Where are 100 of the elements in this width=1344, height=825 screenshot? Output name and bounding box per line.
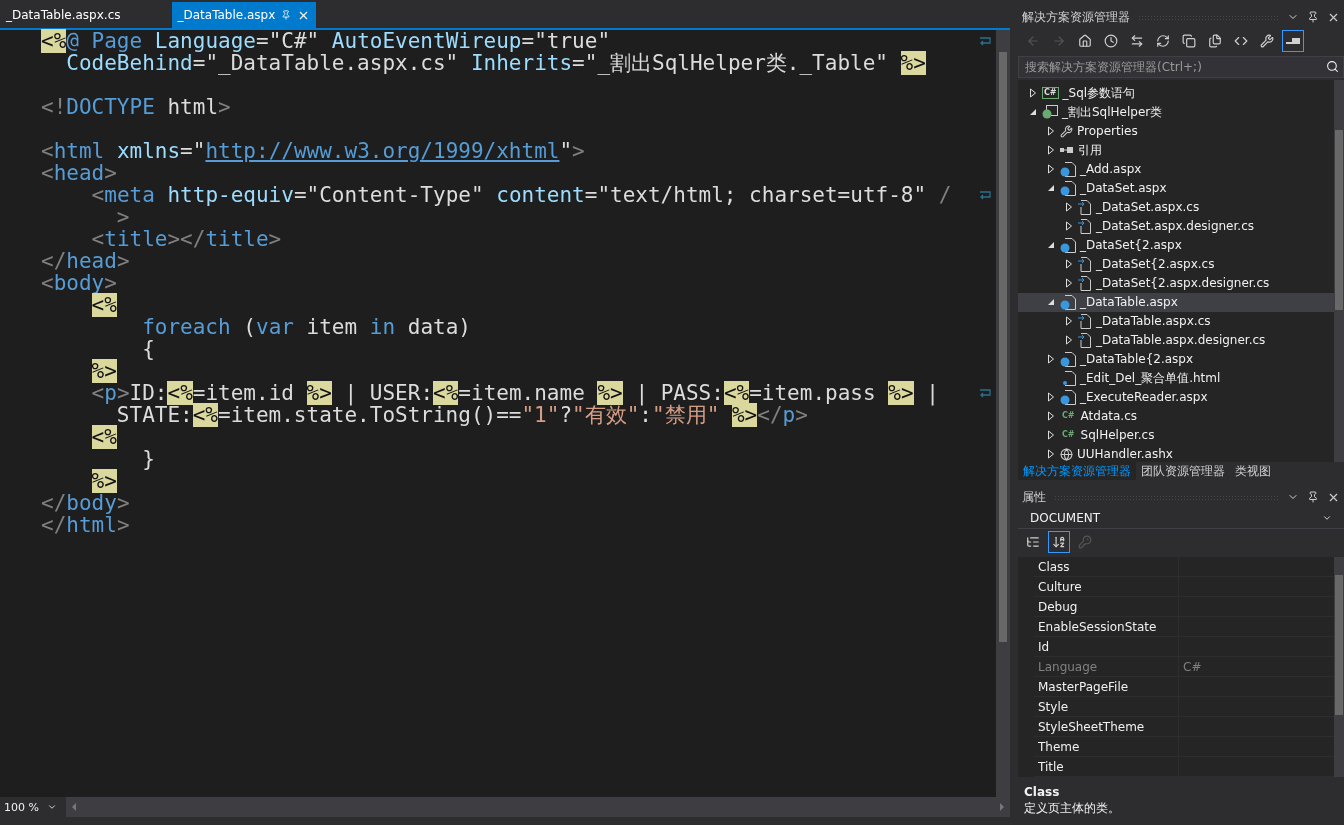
expand-arrow-icon[interactable] — [1064, 202, 1074, 213]
search-box[interactable]: 搜索解决方案资源管理器(Ctrl+;) — [1018, 55, 1344, 78]
tree-item[interactable]: _DataTable{2.aspx — [1018, 349, 1334, 369]
reference-icon — [1060, 146, 1074, 155]
collapse-arrow-icon[interactable] — [1046, 240, 1056, 251]
description-title: Class — [1024, 785, 1061, 799]
tree-item[interactable]: _DataSet{2.aspx.cs — [1018, 254, 1334, 274]
expand-arrow-icon[interactable] — [1046, 411, 1056, 422]
wrench-icon — [1060, 124, 1073, 138]
expand-arrow-icon[interactable] — [1028, 88, 1038, 99]
property-name: Language — [1034, 657, 1179, 676]
search-field[interactable]: 搜索解决方案资源管理器(Ctrl+;) — [1023, 58, 1326, 75]
tree-item[interactable]: _Add.aspx — [1018, 159, 1334, 179]
tree-item[interactable]: C# _Sql参数语句 — [1018, 83, 1334, 103]
web-project-icon — [1042, 105, 1058, 120]
property-name: MasterPageFile — [1034, 677, 1179, 696]
code-line: </body> — [41, 492, 131, 514]
collapse-arrow-icon[interactable] — [1028, 107, 1038, 118]
panel-title: 解决方案资源管理器 — [1022, 8, 1130, 26]
property-name: Style — [1034, 697, 1179, 716]
tree-item[interactable]: _DataTable.aspx.cs — [1018, 311, 1334, 331]
expand-arrow-icon[interactable] — [1046, 392, 1056, 403]
tree-item[interactable]: _DataSet{2.aspx — [1018, 235, 1334, 255]
tree-item[interactable]: UUHandler.ashx — [1018, 444, 1334, 462]
tree-item[interactable]: C# Atdata.cs — [1018, 406, 1334, 426]
expand-arrow-icon[interactable] — [1046, 449, 1056, 460]
categorized-icon — [1026, 535, 1040, 550]
expand-arrow-icon[interactable] — [1046, 145, 1056, 156]
collapse-arrow-icon[interactable] — [1046, 297, 1056, 308]
code-line: </html> — [41, 514, 131, 536]
tree-item[interactable]: C# SqlHelper.cs — [1018, 425, 1334, 445]
expand-arrow-icon[interactable] — [1064, 221, 1074, 232]
property-name: Theme — [1034, 737, 1179, 756]
code-line: } — [141, 448, 156, 470]
tree-item[interactable]: Properties — [1018, 121, 1334, 141]
expand-arrow-icon[interactable] — [1046, 354, 1056, 365]
code-line: <body> — [41, 272, 118, 294]
code-file-icon — [1078, 275, 1092, 291]
property-name: Culture — [1034, 577, 1179, 596]
expand-arrow-icon[interactable] — [1064, 259, 1074, 270]
tree-item[interactable]: _DataTable.aspx.designer.cs — [1018, 330, 1334, 350]
property-name: Title — [1034, 757, 1179, 776]
expand-arrow-icon[interactable] — [1046, 126, 1056, 137]
expand-arrow-icon[interactable] — [1046, 164, 1056, 175]
collapse-arrow-icon[interactable] — [1046, 183, 1056, 194]
code-line: <!DOCTYPE html> — [41, 96, 232, 118]
vertical-scrollbar[interactable] — [1334, 79, 1344, 462]
description-text: 定义页主体的类。 — [1024, 800, 1121, 817]
tree-item[interactable]: _DataSet{2.aspx.designer.cs — [1018, 273, 1334, 293]
tree-item[interactable]: _Edit_Del_聚合单值.html — [1018, 368, 1334, 388]
tree-item[interactable]: _割出SqlHelper类 — [1018, 102, 1334, 122]
code-file-icon — [1078, 256, 1092, 272]
tree-item[interactable]: _DataSet.aspx.cs — [1018, 197, 1334, 217]
preview-icon — [1286, 35, 1300, 46]
web-form-icon — [1060, 294, 1076, 310]
zoom-dropdown[interactable]: 100 % — [0, 797, 66, 817]
panel-title: 属性 — [1022, 488, 1046, 506]
code-file-icon — [1078, 218, 1092, 234]
pin-icon[interactable] — [1307, 491, 1319, 504]
web-form-icon — [1060, 351, 1076, 367]
code-line: <html xmlns="http://www.w3.org/1999/xhtml"> — [41, 140, 586, 162]
expand-arrow-icon[interactable] — [1064, 335, 1074, 346]
code-line: CodeBehind="_DataTable.aspx.cs" Inherits="_割出SqlHelper类._Table" %> — [65, 52, 927, 74]
vertical-scrollbar[interactable] — [1334, 557, 1344, 777]
search-icon[interactable] — [1326, 60, 1339, 74]
code-line: > — [115, 206, 131, 228]
home-icon — [1078, 33, 1092, 48]
sync-icon — [1130, 33, 1144, 48]
code-file-icon — [1078, 199, 1092, 215]
toolbar-button[interactable] — [1282, 29, 1304, 52]
tree-item[interactable]: _ExecuteReader.aspx — [1018, 387, 1334, 407]
history-icon — [1104, 33, 1118, 48]
tree-item[interactable]: _DataSet.aspx.designer.cs — [1018, 216, 1334, 236]
back-icon — [1026, 33, 1040, 48]
tree-item[interactable]: 引用 — [1018, 140, 1334, 160]
code-file-icon — [1078, 332, 1092, 348]
html-file-icon — [1060, 370, 1076, 386]
code-line: { — [141, 338, 156, 360]
refresh-icon — [1156, 33, 1170, 48]
pages-icon — [1078, 535, 1092, 550]
vertical-scrollbar[interactable] — [996, 30, 1010, 797]
toolbar-button[interactable] — [1048, 531, 1070, 554]
code-line: <meta http-equiv="Content-Type" content="text/html; charset=utf-8" / — [90, 184, 953, 206]
files-icon — [1208, 33, 1222, 48]
expand-arrow-icon[interactable] — [1064, 278, 1074, 289]
collapse-icon — [1182, 33, 1196, 48]
csharp-project-icon: C# — [1042, 87, 1059, 100]
property-name: Id — [1034, 637, 1179, 656]
expand-arrow-icon[interactable] — [1064, 316, 1074, 327]
editor-tab[interactable]: _DataTable.aspx.cs — [0, 2, 127, 28]
tree-item[interactable]: _DataTable.aspx — [1018, 292, 1334, 312]
web-form-icon — [1060, 389, 1076, 405]
property-name: Class — [1034, 557, 1179, 576]
tree-item[interactable]: _DataSet.aspx — [1018, 178, 1334, 198]
expand-arrow-icon[interactable] — [1046, 430, 1056, 441]
csharp-file-icon: C# — [1060, 410, 1077, 423]
code-line: <head> — [41, 162, 118, 184]
pin-icon[interactable] — [1307, 11, 1319, 23]
property-name: StyleSheetTheme — [1034, 717, 1179, 736]
editor-tab[interactable]: _DataTable.aspx — [171, 2, 317, 28]
